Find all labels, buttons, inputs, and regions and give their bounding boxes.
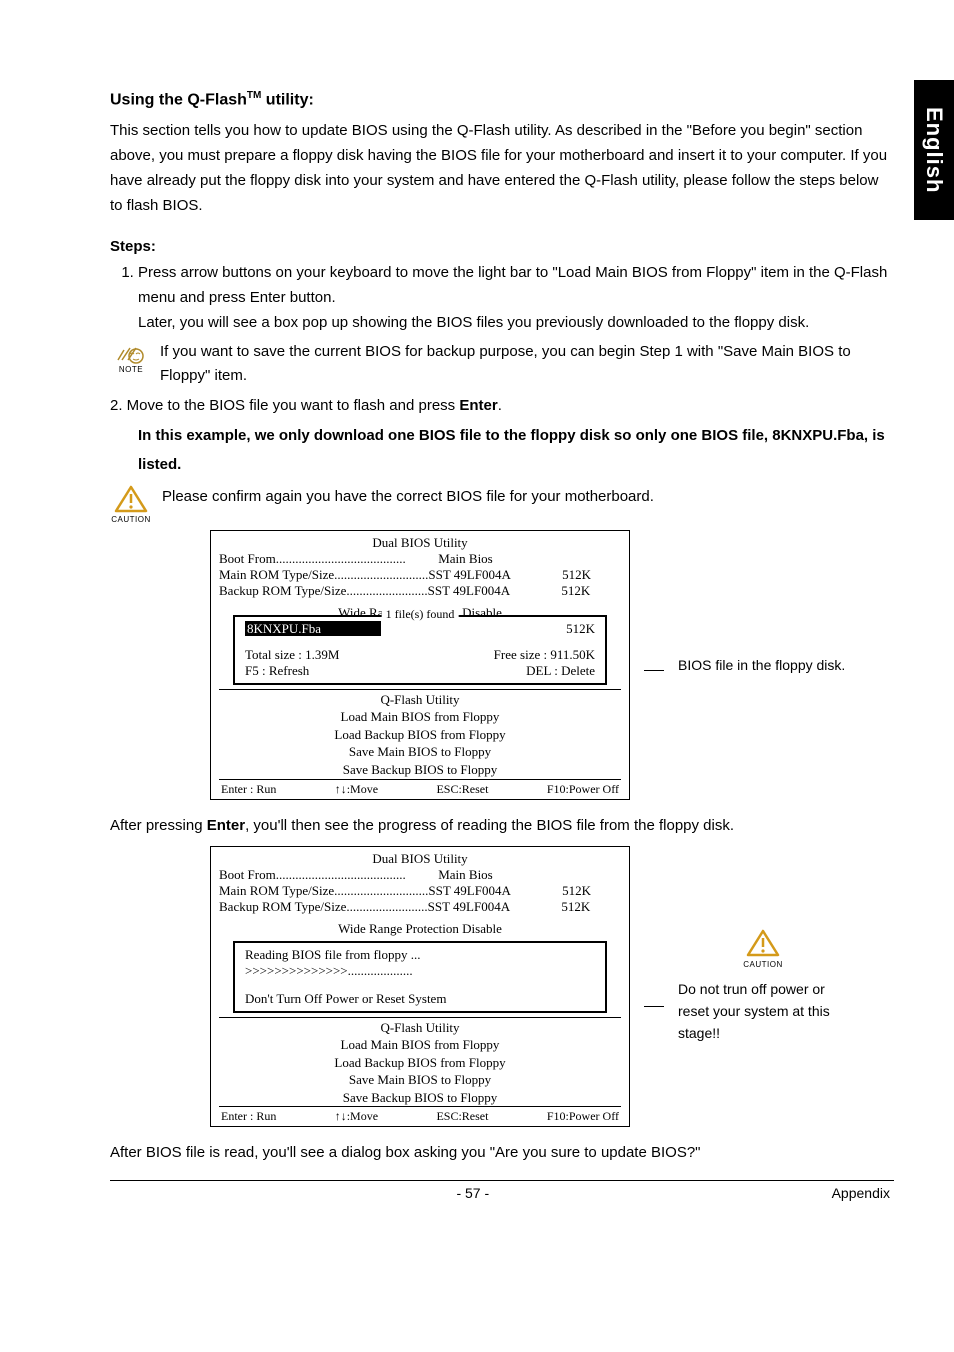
step-2-bold: Enter [459, 397, 497, 414]
bios2-popup: Reading BIOS file from floppy ... >>>>>>… [233, 941, 607, 1013]
bios-box-2: Dual BIOS Utility Boot From.............… [210, 846, 630, 1127]
example-line: In this example, we only download one BI… [138, 422, 894, 479]
bios1-move: ↑↓:Move [335, 782, 378, 797]
step-1: Press arrow buttons on your keyboard to … [138, 261, 894, 335]
bios1-qflash: Q-Flash Utility [219, 689, 621, 708]
after-enter-bold: Enter [207, 817, 245, 834]
bios2-footer: Enter : Run ↑↓:Move ESC:Reset F10:Power … [219, 1106, 621, 1124]
bios1-m4: Save Backup BIOS to Floppy [219, 761, 621, 779]
after-enter-pre: After pressing [110, 817, 207, 834]
bios2-m2: Load Backup BIOS from Floppy [219, 1054, 621, 1072]
bios1-menu: Load Main BIOS from Floppy Load Backup B… [219, 708, 621, 778]
caution-icon-2: CAUTION [678, 929, 848, 972]
callout-line-1 [644, 670, 664, 671]
section-heading: Using the Q-FlashTM utility: [110, 90, 894, 109]
step-1a: Press arrow buttons on your keyboard to … [138, 264, 887, 306]
step-2: 2. Move to the BIOS file you want to fla… [110, 394, 894, 419]
note-text: If you want to save the current BIOS for… [160, 340, 894, 388]
bios1-esc: ESC:Reset [436, 782, 488, 797]
language-tab: English [914, 80, 954, 220]
bios1-m3: Save Main BIOS to Floppy [219, 743, 621, 761]
bios1-file: 8KNXPU.Fba [245, 621, 381, 636]
heading-tm: TM [247, 90, 261, 101]
note-label: NOTE [110, 364, 152, 377]
bios1-total: Total size : 1.39M [245, 647, 339, 663]
callout-2-wrap: CAUTION Do not trun off power or reset y… [678, 929, 848, 1045]
bios1-backuprom: Backup ROM Type/Size....................… [219, 583, 621, 599]
callout-1: BIOS file in the floppy disk. [678, 654, 848, 676]
bios1-title: Dual BIOS Utility [219, 535, 621, 551]
bios-figure-1: Dual BIOS Utility Boot From.............… [210, 530, 894, 799]
bios1-popup: 1 file(s) found 8KNXPU.Fba 512K Total si… [233, 615, 607, 685]
bios2-m1: Load Main BIOS from Floppy [219, 1036, 621, 1054]
note-icon: NOTE [110, 340, 152, 377]
bios1-boot: Boot From...............................… [219, 551, 621, 567]
after-enter-post: , you'll then see the progress of readin… [245, 817, 734, 834]
bios-box-1: Dual BIOS Utility Boot From.............… [210, 530, 630, 799]
bios1-footer: Enter : Run ↑↓:Move ESC:Reset F10:Power … [219, 779, 621, 797]
bios2-enter: Enter : Run [221, 1109, 276, 1124]
bios2-backuprom: Backup ROM Type/Size....................… [219, 899, 621, 915]
bios-figure-2: Dual BIOS Utility Boot From.............… [210, 846, 894, 1127]
caution-label-1: CAUTION [110, 515, 152, 524]
bios2-title: Dual BIOS Utility [219, 851, 621, 867]
bios2-reading: Reading BIOS file from floppy ... [245, 947, 595, 963]
page-content: Using the Q-FlashTM utility: This sectio… [0, 0, 954, 1221]
note-block: NOTE If you want to save the current BIO… [110, 340, 894, 388]
callout-line-2 [644, 1006, 664, 1007]
callout-2: Do not trun off power or reset your syst… [678, 978, 848, 1045]
heading-main: Using the Q-Flash [110, 91, 247, 108]
appendix-label: Appendix [832, 1185, 890, 1201]
bios1-mainrom: Main ROM Type/Size......................… [219, 567, 621, 583]
bios1-f5: F5 : Refresh [245, 663, 309, 679]
bios2-progress: >>>>>>>>>>>>>>.................... [245, 963, 595, 979]
page-footer: - 57 - Appendix [110, 1185, 894, 1201]
bios2-mainrom: Main ROM Type/Size......................… [219, 883, 621, 899]
bios1-enter: Enter : Run [221, 782, 276, 797]
bios2-dont: Don't Turn Off Power or Reset System [245, 991, 595, 1007]
after-enter-text: After pressing Enter, you'll then see th… [110, 814, 894, 839]
bios2-esc: ESC:Reset [436, 1109, 488, 1124]
bios2-boot: Boot From...............................… [219, 867, 621, 883]
step-1b: Later, you will see a box pop up showing… [138, 314, 809, 331]
bios2-m3: Save Main BIOS to Floppy [219, 1071, 621, 1089]
bios1-f10: F10:Power Off [547, 782, 619, 797]
step-2-post: . [498, 397, 502, 414]
caution-text-1: Please confirm again you have the correc… [162, 485, 894, 509]
heading-tail: utility: [261, 91, 313, 108]
bios1-m2: Load Backup BIOS from Floppy [219, 726, 621, 744]
bios2-qflash: Q-Flash Utility [219, 1017, 621, 1036]
bios2-f10: F10:Power Off [547, 1109, 619, 1124]
bios1-m1: Load Main BIOS from Floppy [219, 708, 621, 726]
page-number: - 57 - [456, 1185, 489, 1201]
footer-rule [110, 1180, 894, 1181]
steps-list: Press arrow buttons on your keyboard to … [110, 261, 894, 335]
caution-icon: CAUTION [110, 485, 152, 524]
after-read-text: After BIOS file is read, you'll see a di… [110, 1141, 894, 1166]
bios1-free: Free size : 911.50K [494, 647, 595, 663]
bios2-wide: Wide Range Protection Disable [219, 921, 621, 937]
caution-block-1: CAUTION Please confirm again you have th… [110, 485, 894, 524]
bios2-menu: Load Main BIOS from Floppy Load Backup B… [219, 1036, 621, 1106]
bios2-move: ↑↓:Move [335, 1109, 378, 1124]
steps-label: Steps: [110, 238, 894, 255]
intro-paragraph: This section tells you how to update BIO… [110, 119, 894, 218]
bios1-poptitle: 1 file(s) found [382, 607, 459, 622]
caution-label-2: CAUTION [678, 959, 848, 972]
step-2-pre: 2. Move to the BIOS file you want to fla… [110, 397, 459, 414]
bios1-del: DEL : Delete [526, 663, 595, 679]
bios1-filesize: 512K [566, 621, 595, 637]
bios2-m4: Save Backup BIOS to Floppy [219, 1089, 621, 1107]
